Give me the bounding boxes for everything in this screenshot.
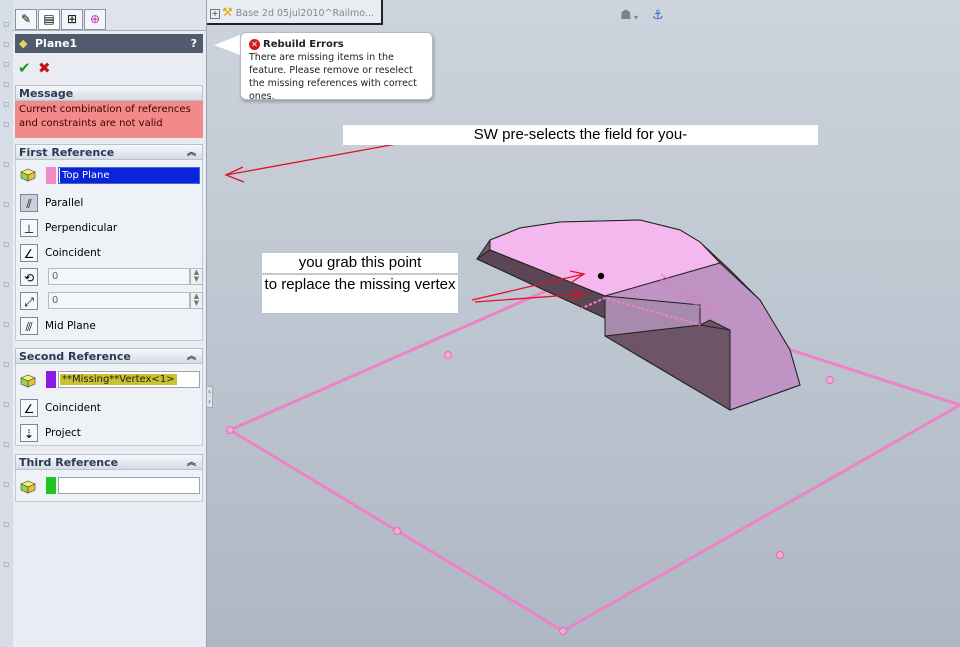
rebuild-errors-tooltip: ✕ Rebuild Errors There are missing items … <box>240 32 433 102</box>
tooltip-title: Rebuild Errors <box>263 39 344 50</box>
tooltip-tail <box>214 35 240 55</box>
part-body[interactable] <box>475 219 801 411</box>
error-icon: ✕ <box>249 39 260 50</box>
tooltip-body: There are missing items in the feature. … <box>249 52 417 102</box>
missing-vertex-point[interactable] <box>597 272 605 280</box>
annotation-note: to replace the missing vertex <box>262 275 458 313</box>
top-plane-outline[interactable] <box>226 277 960 633</box>
plane-handle[interactable] <box>393 527 401 535</box>
plane-handle[interactable] <box>776 551 784 559</box>
plane-handle[interactable] <box>444 351 452 359</box>
annotation-note: SW pre-selects the field for you- <box>343 125 818 145</box>
plane-handle[interactable] <box>226 426 234 434</box>
model-overlay: Top Plane <box>224 136 960 635</box>
annotation-note: you grab this point <box>262 253 458 273</box>
plane-handle[interactable] <box>826 376 834 384</box>
plane-handle[interactable] <box>559 627 567 635</box>
